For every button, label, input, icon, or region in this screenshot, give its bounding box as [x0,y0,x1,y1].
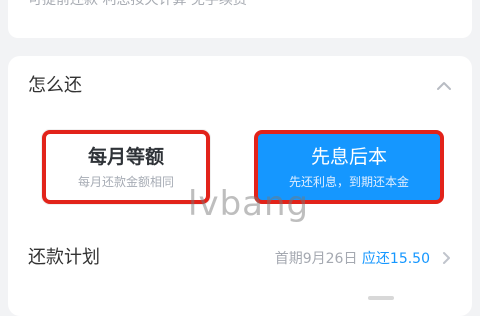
plan-detail: 首期9月26日 应还15.50 [275,248,430,270]
plan-date: 首期9月26日 [274,251,362,267]
monthly-equal-option[interactable]: 每月等额 每月还款金额相同 [42,130,210,204]
interest-first-option[interactable]: 先息后本 先还利息，到期还本金 [254,130,444,204]
option-desc: 每月还款金额相同 [77,175,174,189]
option-desc: 先还利息，到期还本金 [288,175,409,189]
collapse-button[interactable] [434,76,454,96]
plan-amount: 应还15.50 [361,251,430,267]
chevron-right-icon [443,252,450,264]
option-title: 每月等额 [87,146,164,168]
option-title: 先息后本 [310,146,387,168]
chevron-up-icon [437,82,451,90]
top-info-card: 可提前还款 利息按天计算 免手续费 [8,0,472,38]
plan-arrow [438,250,454,266]
repayment-note: 可提前还款 利息按天计算 免手续费 [28,0,247,8]
section-title: 怎么还 [28,75,82,96]
home-indicator [368,296,394,300]
repayment-plan-row[interactable]: 还款计划 首期9月26日 应还15.50 [8,226,472,288]
plan-title: 还款计划 [28,247,100,268]
